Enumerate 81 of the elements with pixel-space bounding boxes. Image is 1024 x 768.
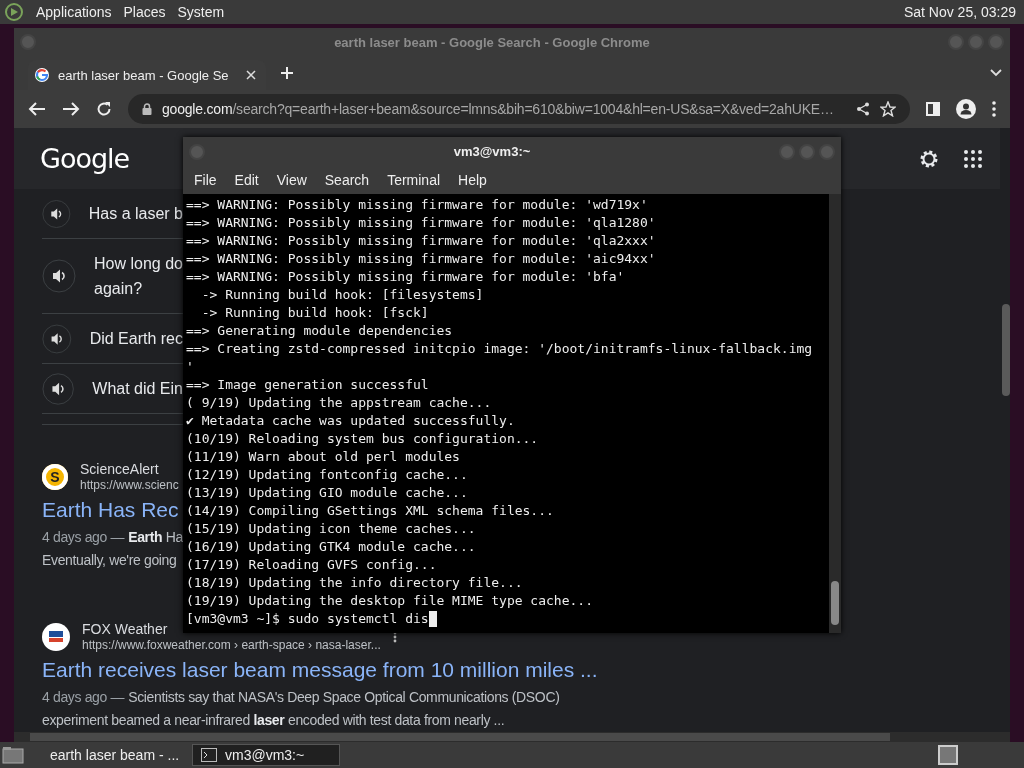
apps-grid-icon[interactable] bbox=[964, 149, 982, 168]
panel-menu[interactable]: Places bbox=[117, 4, 172, 20]
panel-menu[interactable]: System bbox=[171, 4, 231, 20]
speaker-icon[interactable] bbox=[42, 259, 76, 293]
terminal-line: ==> WARNING: Possibly missing firmware for module: 'qla1280' bbox=[186, 214, 657, 232]
site-url[interactable]: https://www.foxweather.com › earth-space › nasa-laser... bbox=[82, 638, 381, 652]
terminal-line: (10/19) Reloading system bus configuration... bbox=[186, 430, 540, 448]
speaker-icon[interactable] bbox=[42, 321, 72, 356]
distro-logo-icon[interactable] bbox=[4, 2, 24, 22]
terminal-line: ==> Creating zstd-compressed initcpio image: '/boot/initramfs-linux-fallback.img bbox=[186, 340, 814, 358]
site-url[interactable]: https://www.scienc bbox=[80, 478, 179, 492]
terminal-line: ==> Generating module dependencies bbox=[186, 322, 454, 340]
terminal-icon bbox=[201, 748, 217, 762]
scrollbar[interactable] bbox=[829, 194, 841, 633]
site-name: ScienceAlert bbox=[80, 461, 159, 477]
terminal-line: ==> WARNING: Possibly missing firmware for module: 'bfa' bbox=[186, 268, 626, 286]
taskbar-item[interactable]: vm3@vm3:~ bbox=[192, 744, 340, 766]
google-favicon-icon bbox=[34, 67, 50, 83]
terminal-line: (15/19) Updating icon theme caches... bbox=[186, 520, 477, 538]
question-text[interactable]: Has a laser b bbox=[88, 201, 183, 226]
taskbar-item[interactable]: earth laser beam - ... bbox=[34, 744, 182, 766]
site-logo-icon bbox=[42, 622, 70, 651]
terminal-line: ' bbox=[186, 358, 195, 376]
terminal-line: (17/19) Reloading GVFS config... bbox=[186, 556, 438, 574]
star-icon[interactable] bbox=[880, 101, 896, 117]
terminal-line: ✔ Metadata cache was updated successfully. bbox=[186, 412, 516, 430]
terminal-line: (16/19) Updating GTK4 module cache... bbox=[186, 538, 477, 556]
terminal-line: ==> Image generation successful bbox=[186, 376, 430, 394]
terminal-line: (12/19) Updating fontconfig cache... bbox=[186, 466, 469, 484]
terminal-line: ( 9/19) Updating the appstream cache... bbox=[186, 394, 493, 412]
menu-item[interactable]: Edit bbox=[225, 172, 268, 188]
chevron-down-icon[interactable] bbox=[990, 69, 1002, 77]
menu-item[interactable]: View bbox=[267, 172, 316, 188]
profile-icon[interactable] bbox=[956, 99, 976, 119]
workspace-switcher[interactable] bbox=[938, 745, 958, 765]
terminal-line: ==> WARNING: Possibly missing firmware for module: 'aic94xx' bbox=[186, 250, 657, 268]
result-link[interactable]: Earth Has Rec bbox=[42, 498, 179, 522]
reload-icon[interactable] bbox=[96, 101, 112, 117]
terminal-line: (11/19) Warn about old perl modules bbox=[186, 448, 461, 466]
text-cursor bbox=[428, 611, 437, 627]
share-icon[interactable] bbox=[856, 102, 870, 116]
question-text[interactable]: What did Ein bbox=[92, 376, 183, 401]
forward-icon[interactable] bbox=[62, 101, 80, 117]
panel-menu[interactable]: Applications bbox=[30, 4, 118, 20]
window-title: earth laser beam - Google Search - Google Chrome bbox=[333, 34, 651, 50]
google-logo[interactable]: Google bbox=[40, 143, 130, 174]
site-logo: S bbox=[42, 463, 68, 490]
show-desktop-icon[interactable] bbox=[2, 746, 24, 764]
terminal-line: ==> WARNING: Possibly missing firmware for module: 'qla2xxx' bbox=[186, 232, 657, 250]
terminal-line: (18/19) Updating the info directory file... bbox=[186, 574, 524, 592]
terminal-line: (14/19) Compiling GSettings XML schema files... bbox=[186, 502, 555, 520]
terminal-line: ==> WARNING: Possibly missing firmware for module: 'wd719x' bbox=[186, 196, 649, 214]
snippet-text: 4 days ago — Earth Ha bbox=[42, 528, 183, 547]
scrollbar[interactable] bbox=[1000, 128, 1010, 732]
new-tab-icon[interactable] bbox=[280, 66, 294, 80]
question-text[interactable]: How long do again? bbox=[94, 251, 183, 301]
result-link[interactable]: Earth receives laser beam message from 10 million miles ... bbox=[42, 658, 598, 682]
snippet-text: 4 days ago — Scientists say that NASA's Deep Space Optical Communications (DSOC) bbox=[42, 688, 560, 707]
menu-item[interactable]: Search bbox=[315, 172, 379, 188]
site-name: FOX Weather bbox=[82, 621, 168, 637]
menu-item[interactable]: Help bbox=[449, 172, 496, 188]
menu-item[interactable]: File bbox=[185, 172, 226, 188]
lock-icon bbox=[142, 103, 152, 115]
clock: Sat Nov 25, 03:29 bbox=[903, 4, 1016, 20]
side-panel-icon[interactable] bbox=[926, 102, 940, 116]
back-icon[interactable] bbox=[28, 101, 46, 117]
address-field[interactable]: google.com/search?q=earth+laser+beam&source=lmns&bih=610&biw=1004&hl=en-US&sa=X&ved=2ahUKE… bbox=[128, 94, 910, 124]
menu-icon[interactable] bbox=[992, 101, 996, 117]
terminal-line: (13/19) Updating GIO module cache... bbox=[186, 484, 469, 502]
terminal-line: -> Running build hook: [filesystems] bbox=[200, 286, 485, 304]
menu-item[interactable]: Terminal bbox=[378, 172, 450, 188]
terminal-line: -> Running build hook: [fsck] bbox=[200, 304, 430, 322]
speaker-icon[interactable] bbox=[42, 371, 75, 406]
snippet-text: experiment beamed a near-infrared laser encoded with test data from nearly ... bbox=[42, 711, 505, 730]
terminal-prompt[interactable]: [vm3@vm3 ~]$ sudo systemctl dis bbox=[186, 610, 429, 628]
question-text[interactable]: Did Earth rec bbox=[89, 326, 183, 351]
snippet-text: Eventually, we're going bbox=[42, 551, 177, 570]
close-icon[interactable] bbox=[246, 70, 256, 80]
terminal-line: (19/19) Updating the desktop file MIME type cache... bbox=[186, 592, 594, 610]
scrollbar[interactable] bbox=[14, 732, 1010, 742]
window-title: vm3@vm3:~ bbox=[452, 144, 532, 159]
